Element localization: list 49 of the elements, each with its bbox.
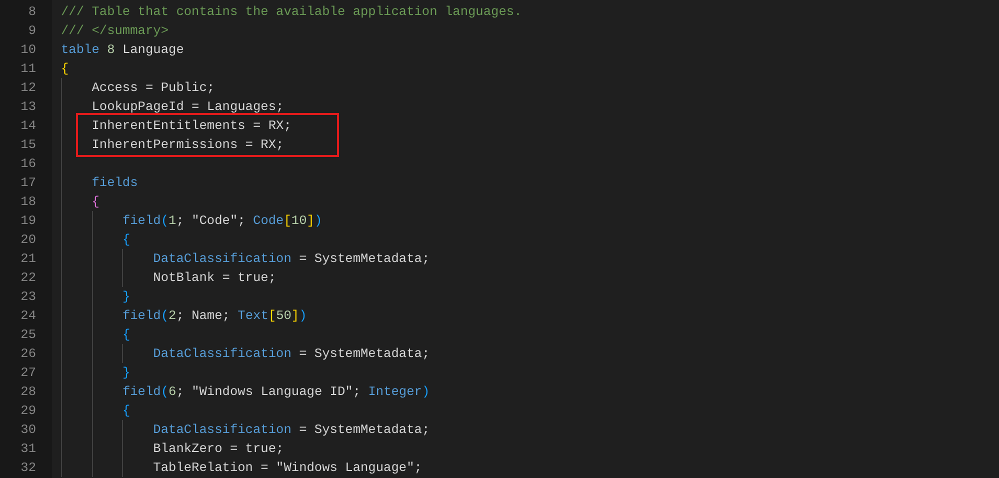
code-line: NotBlank = true; [153, 269, 276, 287]
line-number: 20 [20, 231, 37, 249]
line-number: 29 [20, 402, 37, 420]
code-line: LookupPageId = Languages; [92, 98, 284, 116]
code-line: BlankZero = true; [153, 440, 284, 458]
code-line: field(2; Name; Text[50]) [122, 307, 307, 325]
code-line: TableRelation = "Windows Language"; [153, 459, 422, 477]
line-number: 15 [20, 136, 37, 154]
line-number: 26 [20, 345, 37, 363]
code-line: DataClassification = SystemMetadata; [153, 250, 430, 268]
code-line: } [122, 364, 130, 382]
line-number: 28 [20, 383, 37, 401]
code-line: InherentPermissions = RX; [92, 136, 284, 154]
code-line: Access = Public; [92, 79, 215, 97]
code-line: } [122, 288, 130, 306]
line-number: 27 [20, 364, 37, 382]
line-number: 24 [20, 307, 37, 325]
line-number: 13 [20, 98, 37, 116]
code-line: /// Table that contains the available application languages. [61, 3, 522, 21]
line-number: 30 [20, 421, 37, 439]
line-number: 14 [20, 117, 37, 135]
code-line: DataClassification = SystemMetadata; [153, 421, 430, 439]
code-line: /// </summary> [61, 22, 169, 40]
line-number: 31 [20, 440, 37, 458]
code-line: { [61, 60, 69, 78]
line-number: 23 [20, 288, 37, 306]
code-line: field(6; "Windows Language ID"; Integer) [122, 383, 430, 401]
line-number: 12 [20, 79, 37, 97]
code-line: DataClassification = SystemMetadata; [153, 345, 430, 363]
code-line: { [92, 193, 100, 211]
code-line: table 8 Language [61, 41, 184, 59]
code-line: { [122, 231, 130, 249]
line-number: 25 [20, 326, 37, 344]
line-number: 19 [20, 212, 37, 230]
line-number: 9 [27, 22, 37, 40]
code-line: fields [92, 174, 138, 192]
line-number: 18 [20, 193, 37, 211]
line-number: 8 [27, 3, 37, 21]
line-number: 32 [20, 459, 37, 477]
line-number: 17 [20, 174, 37, 192]
line-number: 21 [20, 250, 37, 268]
code-line: { [122, 326, 130, 344]
line-number: 22 [20, 269, 37, 287]
code-line: InherentEntitlements = RX; [92, 117, 292, 135]
line-number: 16 [20, 155, 37, 173]
line-number: 11 [20, 60, 37, 78]
code-line: { [122, 402, 130, 420]
line-number: 10 [20, 41, 37, 59]
code-line: field(1; "Code"; Code[10]) [122, 212, 322, 230]
